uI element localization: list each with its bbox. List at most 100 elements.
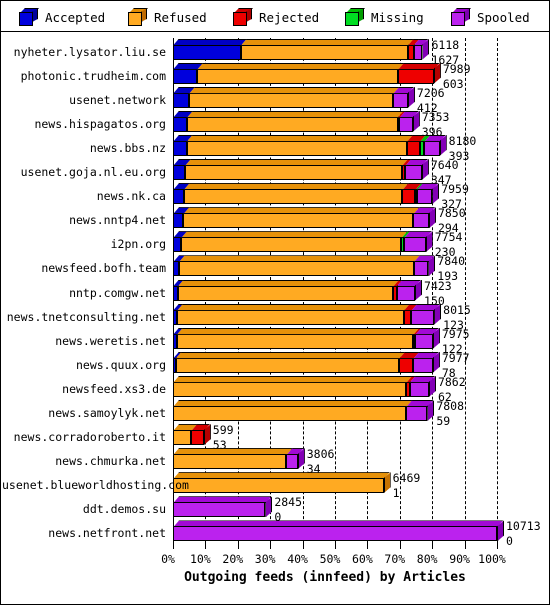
bar-value-total: 7808 — [436, 398, 465, 413]
bar-segment-spooled — [405, 165, 422, 181]
y-axis-label: news.nk.ca — [96, 189, 166, 204]
bar-value-secondary: 0 — [506, 534, 513, 549]
bar-segment-accepted — [173, 92, 190, 108]
chart-plot-area: 6118 1627 7989 603 7206 412 7353 396 8180 393 7640… — [1, 32, 549, 604]
y-axis-label: news.samoylyk.net — [48, 405, 166, 420]
x-tick-label: 50% — [319, 552, 341, 566]
bar-segment-spooled — [413, 357, 433, 373]
bar-segment-spooled — [173, 526, 497, 542]
bar-segment-top-face — [173, 400, 412, 407]
y-axis-label: newsfeed.bofh.team — [41, 261, 166, 276]
bar-segment-spooled — [286, 454, 298, 470]
bar-value-total: 7959 — [441, 182, 469, 197]
x-tick-mark — [270, 544, 272, 549]
y-axis-label: news.tnetconsulting.net — [6, 309, 166, 324]
cube-icon — [233, 8, 253, 26]
y-axis-label: news.corradoroberto.it — [13, 430, 166, 445]
bar-value-total: 7423 — [424, 278, 452, 293]
bar-value-total: 7862 — [437, 374, 466, 389]
bar-segment-rejected — [398, 68, 434, 84]
y-axis-label: news.weretis.net — [55, 333, 166, 348]
bar-segment-top-face — [181, 231, 407, 238]
bar-value-total: 6118 — [431, 37, 460, 52]
legend-label: Spooled — [477, 9, 530, 25]
bar-segment-top-face — [187, 111, 404, 118]
bar-segment-refused — [173, 478, 384, 494]
bar-segment-top-face — [173, 448, 292, 455]
bar-segment-top-face — [241, 39, 414, 46]
bar-segment-refused — [186, 116, 398, 132]
bar-segment-rejected — [399, 357, 414, 373]
bar-segment-top-face — [173, 496, 271, 503]
x-tick-mark — [173, 544, 174, 549]
bar-segment-refused — [176, 333, 414, 349]
y-axis-label: photonic.trudheim.com — [20, 68, 166, 83]
bar-segment-refused — [181, 237, 402, 253]
x-tick-label: 60% — [352, 552, 373, 566]
bar-value-total: 6469 — [392, 471, 421, 486]
bar-value-total: 8015 — [443, 302, 471, 317]
chart-window: Accepted Refused Rejected Missing Spooled 61… — [0, 0, 550, 605]
bar-segment-spooled — [413, 261, 429, 277]
x-tick-mark — [302, 544, 304, 549]
cube-icon — [451, 8, 471, 26]
y-axis-label: i2pn.org — [110, 237, 166, 252]
bar-value-total: 7989 — [442, 61, 471, 76]
bar-segment-accepted — [173, 44, 242, 60]
bar-value-secondary: 1 — [392, 486, 400, 501]
x-tick-label: 100% — [478, 552, 506, 566]
bar-segment-top-face — [176, 352, 406, 359]
bar-segment-refused — [173, 381, 407, 397]
bar-segment-accepted — [173, 140, 187, 156]
x-tick-label: 30% — [254, 552, 276, 566]
bar-segment-spooled — [424, 140, 440, 156]
y-axis-label: news.bbs.nz — [89, 140, 166, 155]
bar-segment-top-face — [187, 135, 413, 142]
bar-value-total: 3806 — [306, 447, 335, 462]
bar-segment-accepted — [173, 237, 182, 253]
x-tick-mark — [205, 544, 207, 549]
bar-segment-spooled — [396, 285, 415, 301]
legend-label: Refused — [154, 9, 207, 25]
bar-segment-top-face — [184, 183, 409, 190]
legend-label: Missing — [371, 9, 424, 25]
x-tick-mark — [497, 544, 498, 549]
bar-segment-refused — [197, 68, 399, 84]
bar-segment-top-face — [398, 63, 440, 70]
bar-value-total: 7977 — [441, 350, 470, 365]
bar-segment-top-face — [185, 159, 408, 166]
bar-value-total: 7840 — [437, 254, 465, 269]
bar-segment-spooled — [413, 44, 423, 60]
x-tick-mark — [237, 544, 239, 549]
x-tick-mark — [367, 544, 369, 549]
bar-segment-rejected — [406, 140, 420, 156]
y-axis-label: news.quux.org — [75, 357, 166, 372]
y-axis-label: news.nntp4.net — [69, 213, 166, 228]
bar-segment-refused — [173, 454, 287, 470]
gridline — [464, 38, 466, 544]
x-tick-label: 40% — [287, 552, 308, 566]
bar-segment-refused — [177, 309, 404, 325]
bar-value-secondary: 59 — [436, 413, 451, 428]
bar-segment-top-face — [173, 520, 503, 527]
bar-segment-spooled — [404, 237, 426, 253]
bar-segment-refused — [178, 261, 414, 277]
x-tick-label: 90% — [449, 552, 470, 566]
chart-legend: Accepted Refused Rejected Missing Spooled — [1, 1, 549, 32]
bar-segment-top-face — [173, 376, 412, 383]
x-tick-mark — [399, 544, 401, 549]
x-axis-title: Outgoing feeds (innfeed) by Articles — [184, 570, 466, 585]
legend-label: Rejected — [259, 9, 320, 25]
bar-segment-refused — [186, 140, 407, 156]
bar-segment-rejected — [191, 430, 204, 446]
bar-segment-rejected — [404, 309, 412, 325]
y-axis-label: usenet.network — [69, 92, 166, 107]
bar-segment-top-face — [173, 39, 247, 46]
y-axis-label: nntp.comgw.net — [69, 285, 166, 300]
x-tick-label: 0% — [161, 552, 175, 566]
y-axis-label: newsfeed.xs3.de — [62, 381, 166, 396]
bar-segment-top-face — [197, 63, 404, 70]
legend-item-accepted: Accepted — [19, 5, 105, 29]
bar-value-total: 8180 — [448, 133, 477, 148]
bar-segment-spooled — [416, 189, 433, 205]
